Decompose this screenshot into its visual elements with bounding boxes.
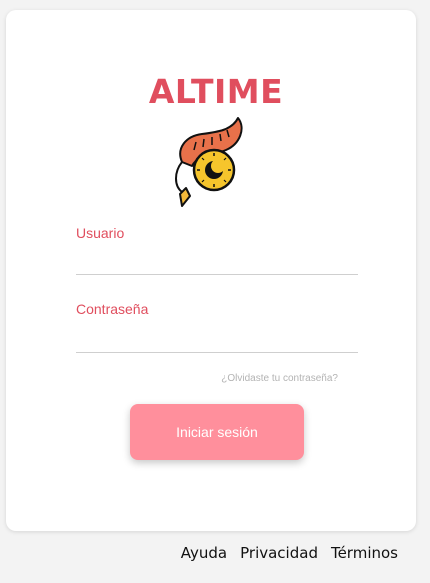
owl-eye-clock-icon bbox=[175, 117, 243, 207]
footer-link-privacy[interactable]: Privacidad bbox=[240, 544, 318, 562]
login-card: ALTIME Usuario Contraseña ¿Olvidaste tu … bbox=[6, 10, 416, 531]
footer-links: Ayuda Privacidad Términos bbox=[181, 544, 398, 562]
login-button[interactable]: Iniciar sesión bbox=[130, 404, 304, 460]
forgot-password-link[interactable]: ¿Olvidaste tu contraseña? bbox=[221, 373, 338, 384]
username-label: Usuario bbox=[76, 225, 125, 241]
footer-link-help[interactable]: Ayuda bbox=[181, 544, 227, 562]
footer-link-terms[interactable]: Términos bbox=[331, 544, 398, 562]
username-field[interactable] bbox=[76, 250, 358, 275]
password-label: Contraseña bbox=[76, 301, 149, 317]
brand-name: ALTIME bbox=[148, 72, 284, 111]
password-field[interactable] bbox=[76, 328, 358, 353]
